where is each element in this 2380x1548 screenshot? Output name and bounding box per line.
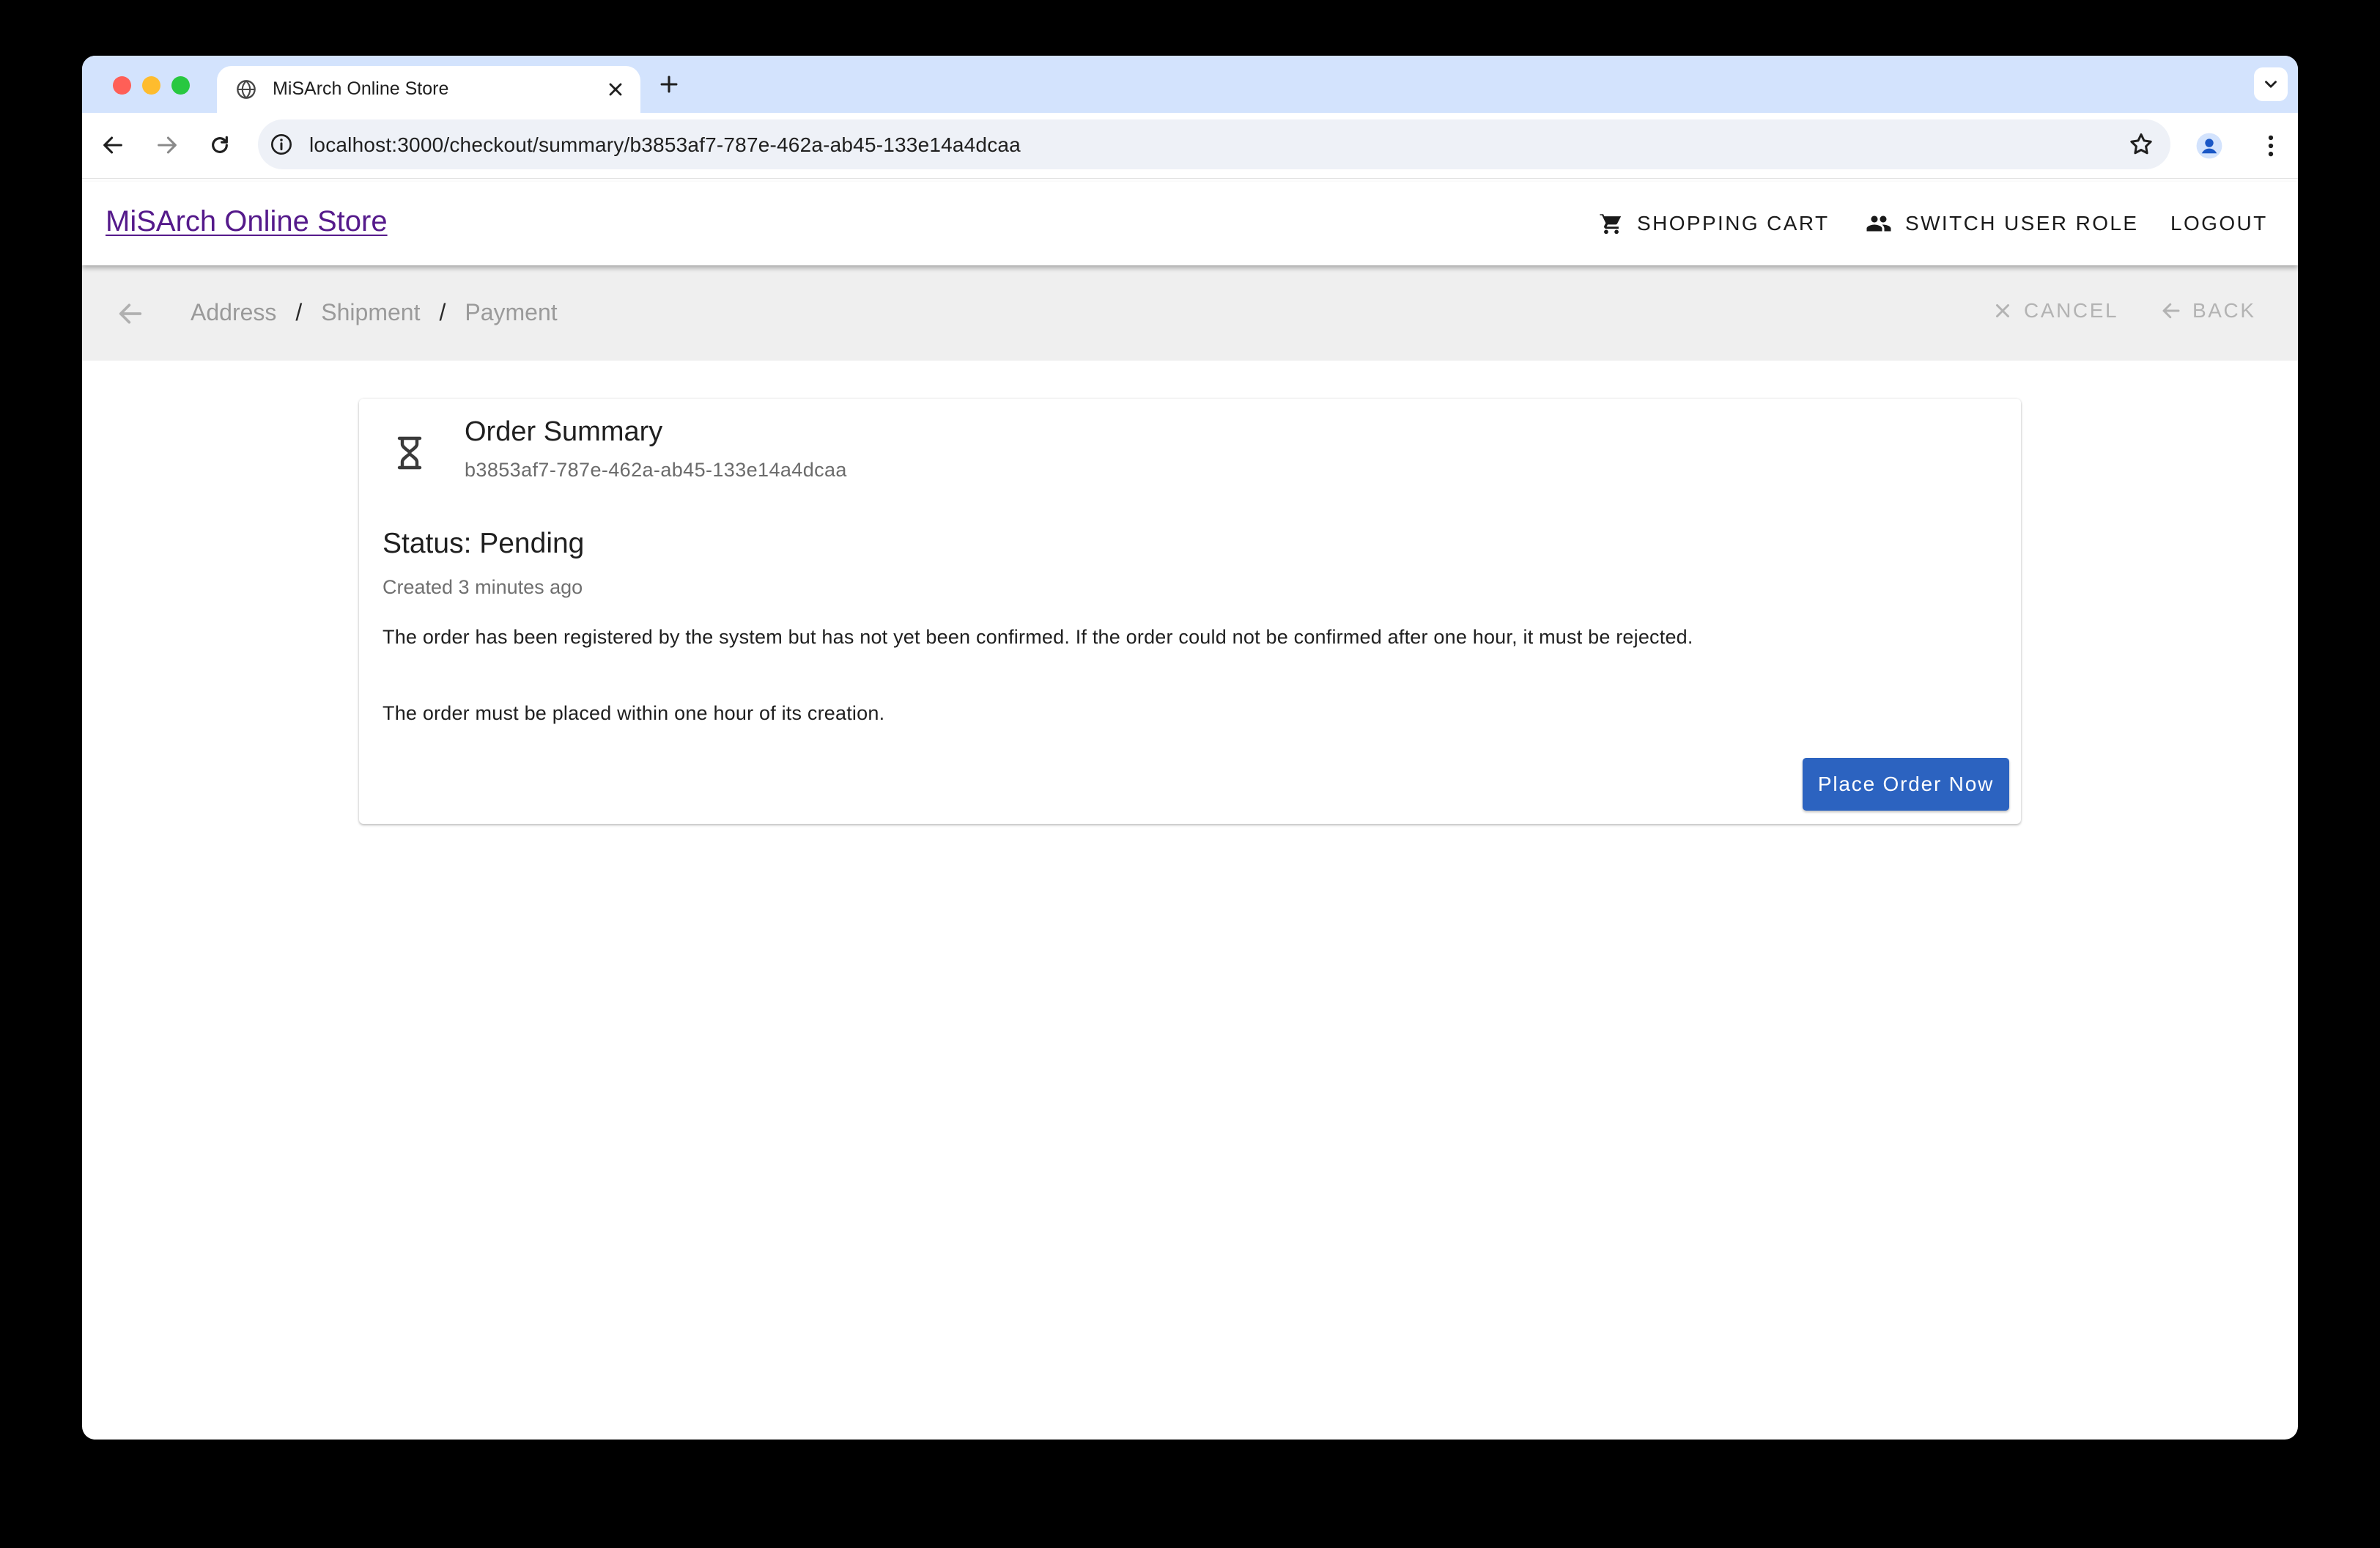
forward-arrow-icon	[158, 136, 177, 154]
browser-tab[interactable]: MiSArch Online Store	[217, 66, 640, 113]
back-button[interactable]: BACK	[2160, 299, 2256, 322]
placement-deadline-note: The order must be placed within one hour…	[382, 702, 885, 724]
created-time: Created 3 minutes ago	[382, 576, 583, 598]
kebab-menu-icon[interactable]	[2257, 132, 2285, 160]
minimize-window-button[interactable]	[142, 76, 160, 95]
order-id: b3853af7-787e-462a-ab45-133e14a4dcaa	[465, 459, 847, 481]
brand-link[interactable]: MiSArch Online Store	[106, 205, 388, 238]
profile-icon[interactable]	[2195, 132, 2223, 160]
switch-user-role-label: SWITCH USER ROLE	[1905, 212, 2139, 235]
back-arrow-icon	[103, 136, 122, 154]
close-icon	[1996, 304, 2009, 317]
order-status: Status: Pending	[382, 528, 585, 559]
url-text[interactable]: localhost:3000/checkout/summary/b3853af7…	[309, 133, 1021, 157]
back-arrow-icon	[2162, 303, 2180, 319]
close-icon[interactable]	[605, 79, 626, 100]
plus-icon[interactable]	[657, 72, 681, 97]
reload-button[interactable]	[205, 130, 234, 160]
people-icon	[1866, 215, 1891, 232]
forward-button[interactable]	[152, 130, 182, 160]
breadcrumb-payment[interactable]: Payment	[465, 299, 557, 326]
address-bar[interactable]: localhost:3000/checkout/summary/b3853af7…	[258, 119, 2170, 169]
breadcrumb-address[interactable]: Address	[191, 299, 276, 326]
tab-search-button[interactable]	[2254, 67, 2288, 101]
reload-icon	[212, 136, 228, 153]
app-header: MiSArch Online Store SHOPPING CART SWITC…	[82, 182, 2298, 265]
breadcrumb: Address / Shipment / Payment	[191, 299, 558, 326]
cancel-button[interactable]: CANCEL	[1992, 299, 2118, 322]
order-summary-card: Order Summary b3853af7-787e-462a-ab45-13…	[359, 399, 2021, 824]
status-description: The order has been registered by the sys…	[382, 626, 1693, 648]
shopping-cart-button[interactable]: SHOPPING CART	[1599, 202, 1830, 245]
tab-strip: MiSArch Online Store	[82, 56, 2298, 113]
info-icon[interactable]	[270, 133, 293, 156]
back-label: BACK	[2192, 299, 2256, 322]
globe-icon	[237, 80, 256, 99]
maximize-window-button[interactable]	[171, 76, 190, 95]
breadcrumb-separator: /	[295, 299, 303, 325]
hourglass-icon	[397, 436, 422, 470]
logout-button[interactable]: LOGOUT	[2170, 202, 2268, 245]
close-window-button[interactable]	[113, 76, 131, 95]
back-arrow-icon[interactable]	[116, 299, 145, 328]
chevron-down-icon	[2265, 81, 2277, 88]
star-icon[interactable]	[2128, 131, 2154, 158]
switch-user-role-button[interactable]: SWITCH USER ROLE	[1866, 202, 2138, 245]
cancel-label: CANCEL	[2024, 299, 2119, 322]
place-order-button[interactable]: Place Order Now	[1803, 758, 2009, 811]
browser-window: MiSArch Online Store localhost:3000/chec…	[82, 56, 2298, 1440]
browser-toolbar: localhost:3000/checkout/summary/b3853af7…	[82, 113, 2298, 179]
checkout-navigation: Address / Shipment / Payment CANCEL BACK	[82, 265, 2298, 361]
shopping-cart-label: SHOPPING CART	[1637, 212, 1830, 235]
card-title: Order Summary	[465, 416, 663, 447]
breadcrumb-shipment[interactable]: Shipment	[321, 299, 420, 326]
back-button[interactable]	[98, 130, 128, 160]
breadcrumb-separator: /	[439, 299, 446, 325]
logout-label: LOGOUT	[2170, 212, 2268, 235]
tab-title: MiSArch Online Store	[273, 78, 449, 99]
cart-icon	[1600, 213, 1622, 235]
